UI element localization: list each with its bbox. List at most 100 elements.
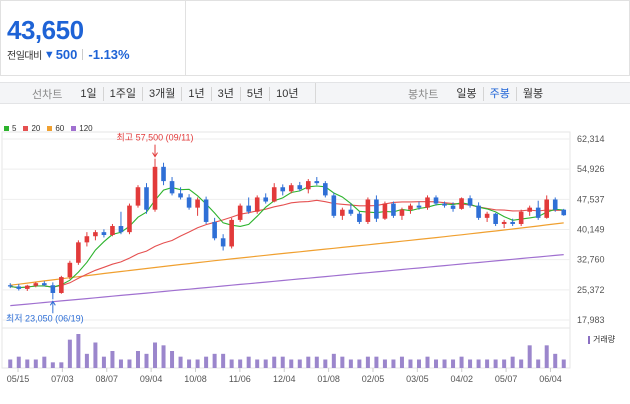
volume-bar [263,359,268,368]
candle-body [305,181,311,190]
candle-body [93,232,98,237]
candle-body [50,285,56,293]
candle-body [331,195,337,216]
candle-body [510,221,515,224]
candle-body [323,183,328,196]
volume-bar [374,356,379,368]
volume-bar [306,356,311,368]
volume-bar [323,359,328,368]
volume-bar [221,353,226,368]
legend-item-120: 120 [71,124,93,133]
legend-label: 20 [31,124,41,133]
candle-body [195,199,200,208]
candle-body [416,205,422,208]
x-tick-label: 08/07 [95,374,118,384]
candle-body [33,283,39,286]
candle-body [340,209,345,216]
candle-body [459,198,464,209]
candle-body [391,203,396,216]
legend-label: 5 [12,124,17,133]
candle-body [425,197,430,208]
volume-bar [331,353,336,368]
candle-body [297,185,303,190]
candle-body [263,197,269,202]
candle-body [382,203,388,219]
volume-bar [519,359,524,368]
volume-bar [408,359,413,368]
volume-bar [229,359,234,368]
volume-bar [16,356,21,368]
volume-bar [485,359,490,368]
volume-bar [340,356,345,368]
y-tick-label: 17,983 [577,315,605,325]
candle-body [101,232,107,236]
x-tick-label: 05/07 [495,374,518,384]
candle-body [67,262,73,278]
candle-body [484,213,490,218]
volume-bar [195,359,200,368]
volume-bar [238,359,243,368]
volume-bar [434,359,439,368]
x-tick-label: 11/06 [229,374,251,384]
ma5-line [10,185,564,289]
volume-bar [25,359,30,368]
volume-label: 거래량 [593,335,616,344]
candle-body [203,199,209,222]
candle-body [118,226,124,233]
legend-item-20: 20 [23,124,40,133]
legend-item-60: 60 [47,124,64,133]
candle-body [59,277,64,293]
stock-chart-widget: 43,650 전일대비 ▼ 500 -1.13% 선차트 1일 1주일 3개월 1년 3… [0,0,630,404]
high-annotation: 최고 57,500 (09/11) [117,133,194,143]
candle-body [169,181,175,194]
x-tick-label: 07/03 [51,374,74,384]
candle-body [178,193,183,198]
candle-body [186,197,192,208]
candle-body [374,199,379,219]
candle-body [357,213,362,222]
volume-bar [170,351,175,368]
candle-body [493,213,498,224]
candle-body [288,185,294,192]
volume-bar [59,362,64,368]
candle-body [84,236,90,243]
volume-bar [178,356,183,368]
price-chart: 62,314 54,926 47,537 40,149 32,760 25,372 17,9… [1,131,605,384]
x-tick-label: 05/15 [7,374,30,384]
volume-bar [391,359,396,368]
volume-swatch [588,335,590,344]
candle-body [314,181,320,184]
volume-bar [382,359,387,368]
candle-body [135,187,141,206]
candle-body [476,205,481,218]
candle-body [527,207,532,212]
candle-body [501,221,507,224]
ma-legend: 5 20 60 120 [4,124,100,133]
candle-body [280,187,286,192]
volume-bar [399,356,404,368]
volume-bar [153,342,158,368]
volume-bar [442,359,447,368]
x-tick-label: 04/02 [450,374,473,384]
volume-bar [468,359,473,368]
candle-body [42,283,47,286]
volume-bar [314,356,319,368]
candle-body [254,197,260,212]
volume-bar [425,356,430,368]
candle-body [212,221,217,239]
candle-body [442,203,447,206]
legend-swatch [47,126,53,131]
candle-body [450,205,456,209]
volume-bar [50,362,55,368]
x-tick-label: 09/04 [140,374,163,384]
volume-bar [84,353,89,368]
volume-bar [33,359,38,368]
volume-bar [8,359,13,368]
candle-body [518,211,524,224]
candle-body [467,198,473,206]
volume-bar [118,359,123,368]
volume-bar [135,351,140,368]
volume-bar [161,345,166,368]
candle-body [544,199,550,218]
candle-body [535,207,541,218]
